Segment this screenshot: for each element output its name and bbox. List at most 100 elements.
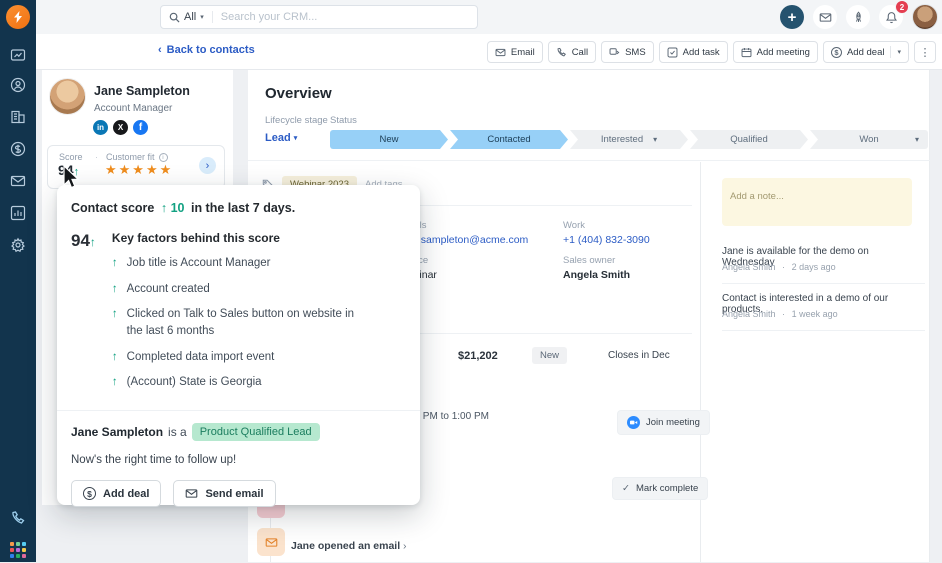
popup-score: 94↑ bbox=[71, 231, 96, 400]
note-time: 2 days ago bbox=[792, 262, 836, 272]
quick-add-button[interactable]: + bbox=[780, 5, 804, 29]
stage-label: Interested bbox=[601, 134, 643, 145]
notification-badge: 2 bbox=[895, 0, 909, 14]
score-factor: ↑ (Account) State is Georgia bbox=[112, 374, 406, 391]
divider bbox=[57, 410, 420, 411]
deal-close-date: Closes in Dec bbox=[608, 350, 670, 361]
stage-qualified[interactable]: Qualified bbox=[690, 130, 808, 149]
user-avatar[interactable] bbox=[912, 4, 938, 30]
app-switcher-icon[interactable] bbox=[0, 537, 36, 563]
kebab-icon: ⋮ bbox=[920, 46, 931, 59]
contact-avatar bbox=[49, 78, 86, 115]
up-arrow-icon: ↑ bbox=[112, 374, 118, 391]
dollar-icon: $ bbox=[831, 47, 842, 58]
stage-new[interactable]: New bbox=[330, 130, 448, 149]
score-expand-button[interactable]: › bbox=[199, 157, 216, 174]
linkedin-icon[interactable]: in bbox=[93, 120, 108, 135]
add-meeting-label: Add meeting bbox=[757, 47, 810, 58]
facebook-icon[interactable]: f bbox=[133, 120, 148, 135]
sidebar-item-settings[interactable] bbox=[0, 232, 36, 258]
envelope-icon bbox=[185, 487, 198, 500]
dollar-icon: $ bbox=[83, 487, 96, 500]
page-title: Overview bbox=[265, 85, 332, 102]
crm-contact-page: All ▾ + 2 ‹ Back to contacts bbox=[0, 0, 942, 562]
call-button[interactable]: Call bbox=[548, 41, 596, 63]
work-label: Work bbox=[563, 220, 585, 231]
email-button[interactable]: Email bbox=[487, 41, 543, 63]
mark-complete-button[interactable]: ✓ Mark complete bbox=[612, 477, 708, 500]
join-meeting-button[interactable]: Join meeting bbox=[617, 410, 710, 435]
customer-fit-stars: ★★★★★ bbox=[105, 162, 173, 178]
more-actions-button[interactable]: ⋮ bbox=[914, 41, 936, 63]
note-meta: Angela Smith · 2 days ago bbox=[722, 262, 836, 272]
sms-button[interactable]: SMS bbox=[601, 41, 654, 63]
envelope-icon bbox=[495, 47, 506, 58]
score-factor: ↑ Account created bbox=[112, 281, 406, 298]
whats-new-button[interactable] bbox=[846, 5, 870, 29]
back-to-contacts-link[interactable]: ‹ Back to contacts bbox=[158, 44, 255, 56]
contact-score-popup: Contact score ↑ 10 in the last 7 days. 9… bbox=[57, 185, 420, 505]
add-deal-button[interactable]: $ Add deal ▾ bbox=[823, 41, 909, 63]
sidebar-item-accounts[interactable] bbox=[0, 104, 36, 130]
search-icon bbox=[169, 12, 180, 23]
contact-role: Account Manager bbox=[94, 103, 172, 114]
global-search[interactable]: All ▾ bbox=[160, 5, 478, 29]
sidebar-item-phone[interactable] bbox=[0, 505, 36, 531]
timeline-email-icon bbox=[257, 528, 285, 556]
dot-separator: · bbox=[95, 152, 98, 162]
sales-owner-label: Sales owner bbox=[563, 255, 615, 266]
info-icon[interactable]: i bbox=[159, 153, 168, 162]
add-task-label: Add task bbox=[683, 47, 720, 58]
bell-icon bbox=[885, 11, 898, 24]
pql-badge: Product Qualified Lead bbox=[192, 423, 320, 441]
popup-add-deal-label: Add deal bbox=[103, 488, 149, 500]
check-icon: ✓ bbox=[622, 483, 630, 494]
chevron-down-icon: ▾ bbox=[915, 135, 919, 144]
lifecycle-stage-label: Lifecycle stage bbox=[265, 115, 328, 126]
stage-won[interactable]: Won ▾ bbox=[810, 130, 928, 149]
stage-contacted[interactable]: Contacted bbox=[450, 130, 568, 149]
popup-title-suffix: in the last 7 days. bbox=[191, 201, 295, 215]
sidebar-item-contacts[interactable] bbox=[0, 72, 36, 98]
x-twitter-icon[interactable]: X bbox=[113, 120, 128, 135]
stage-label: Won bbox=[859, 134, 878, 145]
sidebar-item-dashboard[interactable] bbox=[0, 42, 36, 68]
score-factor: ↑ Completed data import event bbox=[112, 349, 406, 366]
popup-add-deal-button[interactable]: $ Add deal bbox=[71, 480, 161, 507]
timeline-event-link[interactable]: Jane opened an email › bbox=[291, 540, 407, 552]
sidebar-item-email[interactable] bbox=[0, 168, 36, 194]
chevron-down-icon: ▾ bbox=[200, 13, 204, 21]
work-phone-link[interactable]: +1 (404) 832-3090 bbox=[563, 234, 650, 246]
mouse-cursor bbox=[62, 165, 84, 196]
sidebar-item-analytics[interactable] bbox=[0, 200, 36, 226]
search-scope-label: All bbox=[184, 11, 196, 23]
add-note-placeholder: Add a note... bbox=[730, 191, 784, 202]
task-icon bbox=[667, 47, 678, 58]
inbox-button[interactable] bbox=[813, 5, 837, 29]
add-deal-label: Add deal bbox=[847, 47, 885, 58]
call-label: Call bbox=[572, 47, 588, 58]
add-note-input[interactable]: Add a note... bbox=[722, 178, 912, 226]
factor-text: Account created bbox=[127, 281, 210, 298]
add-task-button[interactable]: Add task bbox=[659, 41, 728, 63]
stage-interested[interactable]: Interested ▾ bbox=[570, 130, 688, 149]
back-label: Back to contacts bbox=[167, 44, 255, 56]
deal-amount: $21,202 bbox=[458, 350, 498, 362]
popup-title: Contact score ↑ 10 in the last 7 days. bbox=[71, 201, 406, 215]
popup-send-email-button[interactable]: Send email bbox=[173, 480, 275, 507]
freshworks-logo-icon[interactable] bbox=[6, 5, 30, 29]
factor-text: Completed data import event bbox=[127, 349, 275, 366]
divider bbox=[248, 160, 930, 161]
up-arrow-icon: ↑ bbox=[112, 255, 118, 272]
search-input[interactable] bbox=[213, 11, 413, 23]
sidebar-item-deals[interactable] bbox=[0, 136, 36, 162]
add-meeting-button[interactable]: Add meeting bbox=[733, 41, 818, 63]
notifications-button[interactable]: 2 bbox=[879, 5, 903, 29]
popup-conclusion: Jane Sampleton is a Product Qualified Le… bbox=[71, 423, 406, 441]
lifecycle-dropdown[interactable]: Lead ▾ bbox=[265, 132, 297, 144]
chevron-down-icon: ▾ bbox=[294, 134, 298, 142]
sms-icon bbox=[609, 47, 620, 58]
dot-separator: · bbox=[782, 262, 785, 272]
search-scope-dropdown[interactable]: All ▾ bbox=[169, 11, 213, 23]
score-factor: ↑ Job title is Account Manager bbox=[112, 255, 406, 272]
